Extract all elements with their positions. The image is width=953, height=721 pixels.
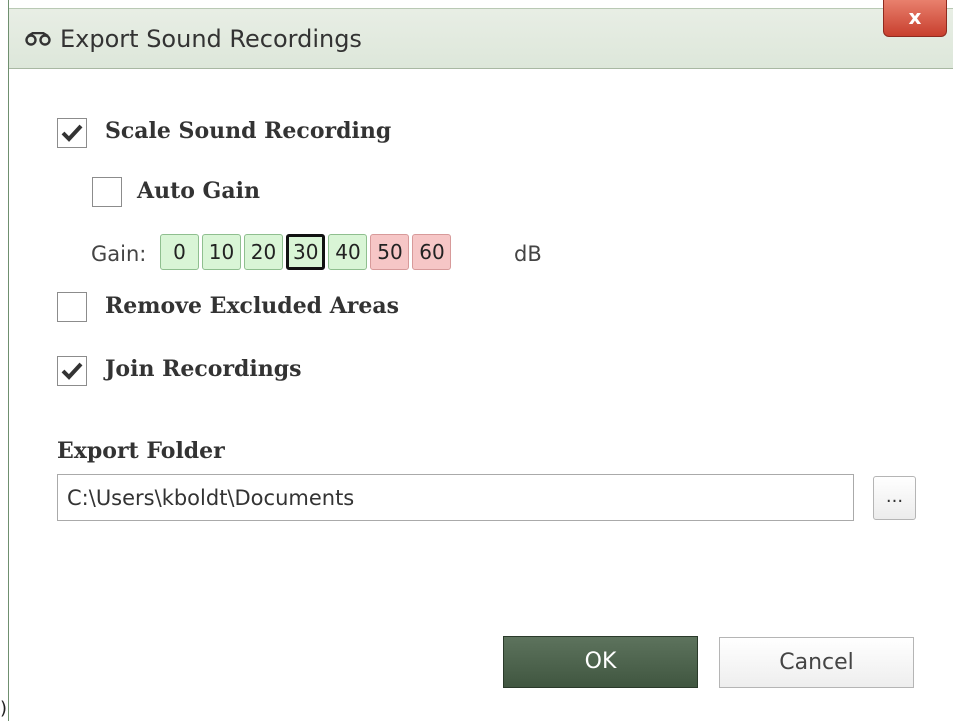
scale-sound-recording-label: Scale Sound Recording bbox=[105, 118, 392, 144]
cancel-button[interactable]: Cancel bbox=[719, 637, 914, 688]
export-sound-recordings-dialog: Export Sound Recordings x Scale Sound Re… bbox=[8, 0, 953, 721]
gain-option-0[interactable]: 0 bbox=[160, 234, 199, 270]
checkmark-icon bbox=[61, 362, 83, 380]
join-recordings-label: Join Recordings bbox=[105, 356, 302, 382]
close-icon: x bbox=[908, 5, 922, 29]
title-bar: Export Sound Recordings bbox=[9, 8, 953, 69]
remove-excluded-areas-label: Remove Excluded Areas bbox=[105, 293, 400, 319]
remove-excluded-areas-checkbox[interactable] bbox=[57, 292, 87, 322]
ok-button[interactable]: OK bbox=[503, 636, 698, 688]
checkmark-icon bbox=[61, 124, 83, 142]
close-button[interactable]: x bbox=[883, 0, 947, 37]
export-folder-heading: Export Folder bbox=[57, 438, 225, 464]
auto-gain-label: Auto Gain bbox=[137, 178, 260, 204]
gain-option-20[interactable]: 20 bbox=[244, 234, 283, 270]
gain-selector: 0 10 20 30 40 50 60 bbox=[160, 234, 452, 272]
auto-gain-checkbox[interactable] bbox=[92, 177, 122, 207]
export-folder-input[interactable] bbox=[57, 474, 854, 521]
scale-sound-recording-checkbox[interactable] bbox=[57, 118, 87, 148]
dialog-title: Export Sound Recordings bbox=[60, 25, 362, 53]
gain-option-10[interactable]: 10 bbox=[202, 234, 241, 270]
gain-label: Gain: bbox=[91, 242, 147, 266]
gain-option-30[interactable]: 30 bbox=[286, 234, 326, 270]
gain-option-60[interactable]: 60 bbox=[412, 234, 452, 270]
gain-unit-label: dB bbox=[514, 242, 542, 266]
join-recordings-checkbox[interactable] bbox=[57, 356, 87, 386]
gain-option-50[interactable]: 50 bbox=[370, 234, 410, 270]
gain-option-40[interactable]: 40 bbox=[328, 234, 368, 270]
binoculars-icon bbox=[25, 32, 51, 46]
browse-button[interactable]: ... bbox=[873, 476, 916, 520]
